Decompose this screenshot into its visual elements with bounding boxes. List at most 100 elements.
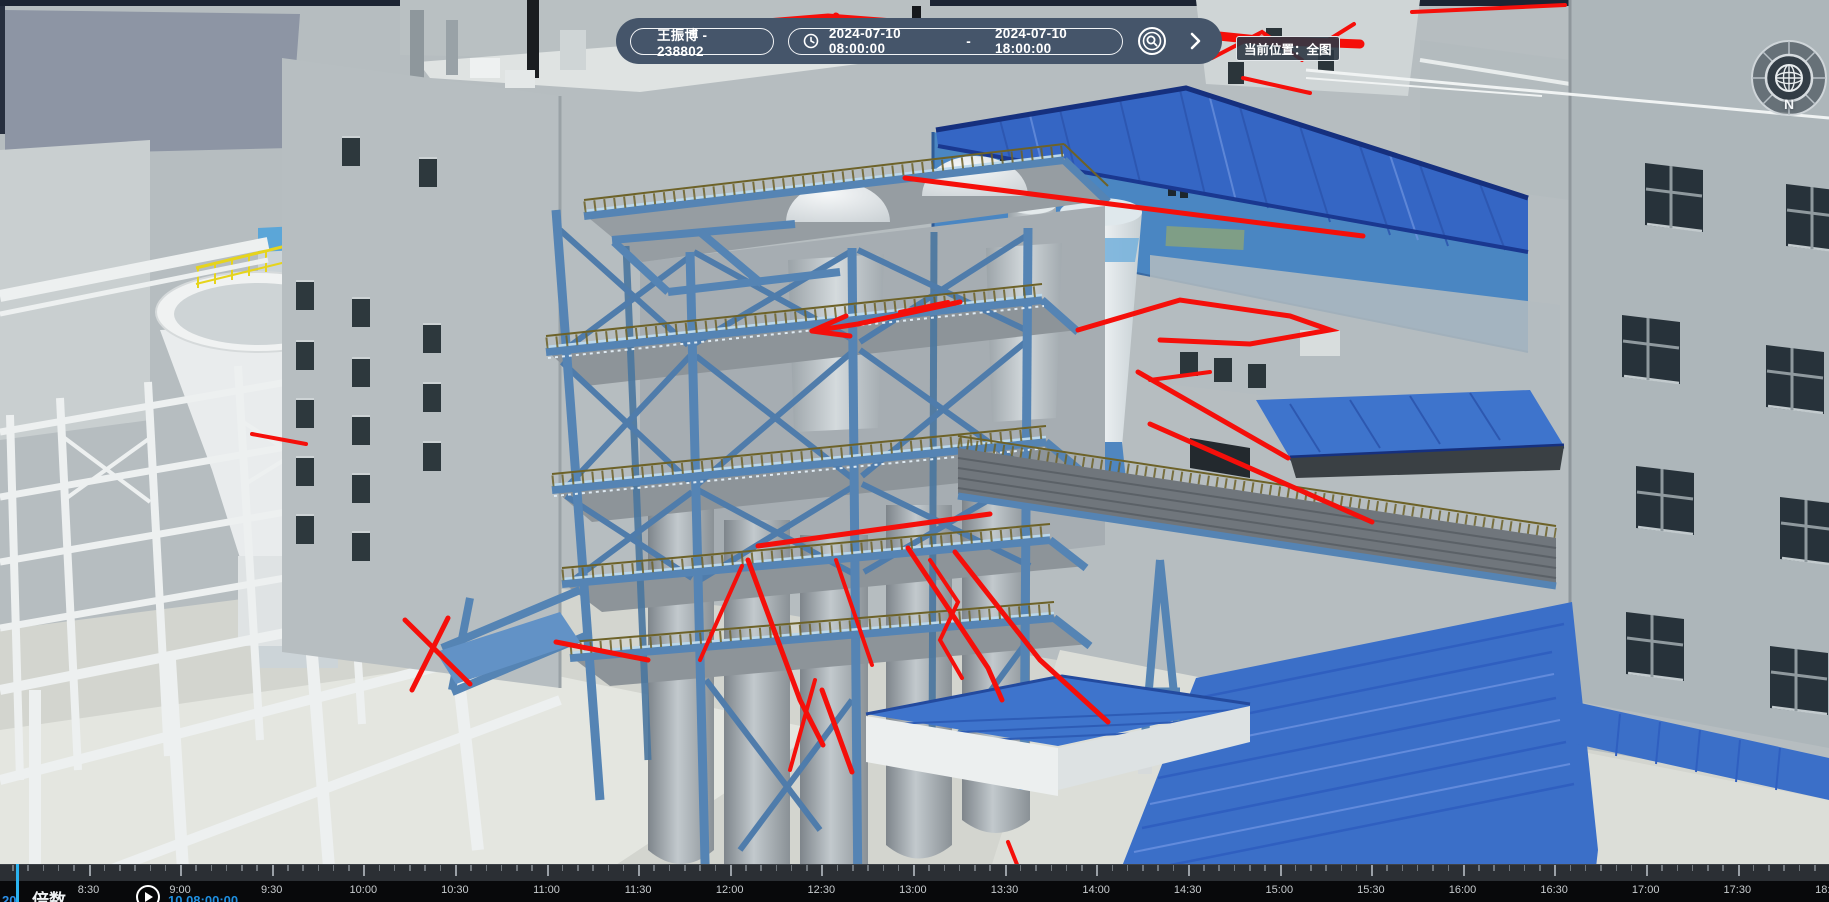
timeline-tick-label: 16:30 (1540, 884, 1568, 896)
timeline-tick (1264, 865, 1266, 871)
timeline-tick (104, 865, 106, 871)
timeline-tick (1616, 865, 1618, 871)
playback-speed-label[interactable]: 倍数 (32, 886, 66, 902)
app-viewport: 王振博 - 238802 2024-07-10 08:00:00 - 2024-… (0, 0, 1829, 902)
timeline-tick (547, 865, 549, 876)
timeline-tick (898, 865, 900, 871)
timeline-tick (1157, 865, 1159, 871)
timeline-tick (1371, 865, 1373, 876)
timeline-tick (394, 865, 396, 871)
timeline-tick (1814, 865, 1816, 871)
timeline-tick-label: 8:30 (78, 884, 99, 896)
timeline-tick (1631, 865, 1633, 871)
person-pill[interactable]: 王振博 - 238802 (630, 28, 774, 55)
timeline-tick (821, 865, 823, 876)
timeline-tick (241, 865, 243, 871)
timeline-tick-label: 13:00 (899, 884, 927, 896)
scene-3d[interactable] (0, 0, 1829, 902)
timeline-tick (348, 865, 350, 871)
play-button[interactable] (136, 885, 160, 902)
timeline-tick (1600, 865, 1602, 871)
timeline-tick (1585, 865, 1587, 871)
timeline-tick-label: 15:00 (1266, 884, 1294, 896)
timeline-tick (928, 865, 930, 871)
timeline-tick (1463, 865, 1465, 876)
timeline-tick (1448, 865, 1450, 871)
time-range-pill[interactable]: 2024-07-10 08:00:00 - 2024-07-10 18:00:0… (788, 28, 1123, 55)
timeline-tick (1341, 865, 1343, 871)
timeline-tick (1005, 865, 1007, 876)
timeline-tick (1081, 865, 1083, 871)
timeline-tick (1707, 865, 1709, 871)
timeline-tick (1035, 865, 1037, 871)
timeline-tick (699, 865, 701, 871)
roof-plane-topleft (5, 10, 300, 155)
clock-icon (803, 33, 819, 49)
timeline-tick (1096, 865, 1098, 876)
timeline-tick-labels: 8:309:009:3010:0010:3011:0011:3012:0012:… (0, 881, 1829, 902)
person-locate-icon[interactable] (1137, 26, 1167, 56)
timeline-tick (1692, 865, 1694, 871)
timeline-tick (1753, 865, 1755, 871)
timeline-tick (1173, 865, 1175, 871)
timeline-tick (1051, 865, 1053, 871)
timeline-tick (852, 865, 854, 871)
timeline-tick (1661, 865, 1663, 871)
playback-left-fragment: 20 (2, 893, 16, 902)
timeline-tick (592, 865, 594, 871)
timeline-tick (638, 865, 640, 876)
timeline-tick (12, 865, 14, 871)
timeline-tick (1646, 865, 1648, 876)
timeline-tick (1356, 865, 1358, 871)
compass-north-label: N (1784, 96, 1794, 112)
timeline-tick (195, 865, 197, 871)
timeline-tick (1554, 865, 1556, 876)
timeline-tick (1249, 865, 1251, 871)
timeline-tick (944, 865, 946, 871)
play-icon (145, 892, 153, 902)
timeline-tick (150, 865, 152, 871)
timeline-tick (653, 865, 655, 871)
timeline-tick (501, 865, 503, 871)
timeline-tick (119, 865, 121, 871)
timeline-tick (272, 865, 274, 876)
timeline-tick (1142, 865, 1144, 871)
timeline-tick (211, 865, 213, 871)
timeline-tick (730, 865, 732, 876)
timeline-tick-label: 18:00 (1815, 884, 1829, 896)
timeline-tick-label: 10:00 (350, 884, 378, 896)
timeline-tick-label: 12:30 (808, 884, 836, 896)
timeline-tick (1112, 865, 1114, 871)
timeline-tick-label: 14:30 (1174, 884, 1202, 896)
timeline-tick (1570, 865, 1572, 871)
timeline-tick (531, 865, 533, 871)
playback-time: 10 08:00:00 (168, 893, 238, 902)
timeline-tick-label: 16:00 (1449, 884, 1477, 896)
timeline-tick (715, 865, 717, 871)
timeline-tick-label: 11:00 (533, 884, 560, 896)
timeline-tick (1799, 865, 1801, 871)
scene-left-edge (0, 6, 5, 134)
timeline-tick-bar[interactable] (0, 864, 1829, 882)
timeline-tick (516, 865, 518, 871)
chevron-right-icon[interactable] (1181, 26, 1208, 56)
timeline-tick (837, 865, 839, 871)
top-toolbar: 王振博 - 238802 2024-07-10 08:00:00 - 2024-… (616, 18, 1222, 64)
timeline-tick (1127, 865, 1129, 871)
timeline-tick-label: 12:00 (716, 884, 744, 896)
timeline-tick (302, 865, 304, 871)
timeline-tick (1432, 865, 1434, 871)
timeline-tick (1295, 865, 1297, 871)
timeline-tick (1677, 865, 1679, 871)
timeline-tick (1310, 865, 1312, 871)
timeline-tick (455, 865, 457, 876)
timeline-tick-label: 9:30 (261, 884, 282, 896)
timeline-tick (134, 865, 136, 871)
timeline-tick-label: 17:00 (1632, 884, 1660, 896)
timeline-tick (867, 865, 869, 871)
timeline-tick (806, 865, 808, 871)
timeline-tick (1218, 865, 1220, 871)
timeline-tick (73, 865, 75, 871)
timeline-tick (1722, 865, 1724, 871)
timeline-tick (1020, 865, 1022, 871)
